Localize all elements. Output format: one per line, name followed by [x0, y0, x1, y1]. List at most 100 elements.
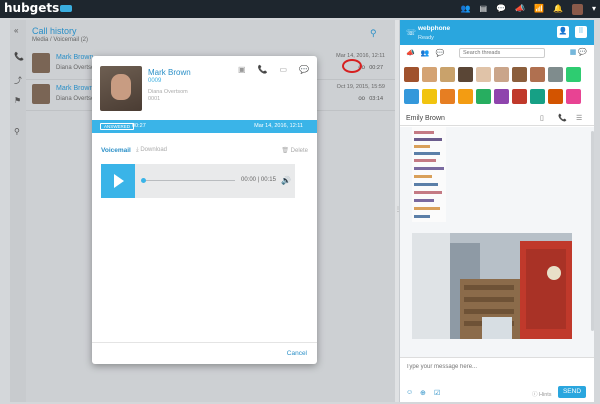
sticker[interactable]	[440, 89, 455, 104]
search-icon[interactable]: ⚲	[14, 127, 20, 136]
logo-text: hubgets	[4, 1, 60, 15]
attach-icon[interactable]: ⊕	[420, 389, 426, 397]
play-button[interactable]	[101, 164, 135, 198]
modal-contact-extension: 0009	[148, 78, 162, 84]
contact-avatar[interactable]	[566, 67, 581, 82]
sticker[interactable]	[530, 89, 545, 104]
phone-icon[interactable]: 📞	[14, 52, 24, 61]
collapse-icon[interactable]: «	[14, 26, 18, 35]
call-date: Mar 14, 2016, 12:11	[254, 123, 303, 129]
left-rail: « 📞 ⤴ ⚑ ⚲	[10, 20, 26, 402]
webphone-header: ☏ webphone Ready 👤 ⠿	[400, 20, 595, 45]
grid-icon[interactable]: ▦ 💬	[570, 48, 587, 56]
megaphone-icon[interactable]: 📣	[406, 49, 415, 57]
sticker[interactable]	[548, 89, 563, 104]
volume-icon[interactable]: 🔊	[281, 176, 291, 185]
photo-attachment[interactable]	[412, 233, 572, 339]
hints-toggle[interactable]: ⓘ Hints	[532, 390, 552, 398]
contact-avatar[interactable]	[458, 67, 473, 82]
modal-actions: ▣ 📞 ▭ 💬	[238, 65, 309, 74]
threads-toolbar: 📣 👥 💬 ▦ 💬	[400, 45, 595, 60]
hubgets-logo[interactable]: hubgets	[4, 1, 73, 15]
search-threads-input[interactable]	[459, 48, 545, 58]
contact-avatar[interactable]	[422, 67, 437, 82]
checkbox-icon[interactable]: ☑	[434, 389, 440, 397]
sticker[interactable]	[512, 89, 527, 104]
webphone-title: webphone	[418, 25, 451, 32]
sticker[interactable]	[458, 89, 473, 104]
contact-card-icon[interactable]: ▣	[238, 65, 246, 74]
cancel-button[interactable]: Cancel	[287, 350, 307, 357]
send-button[interactable]: SEND	[558, 386, 586, 398]
seek-handle[interactable]	[141, 178, 146, 183]
bell-icon[interactable]: 🔔	[553, 5, 563, 13]
contact-face	[111, 74, 131, 100]
call-date: Mar 14, 2016, 12:11	[336, 53, 385, 59]
contact-avatars	[404, 67, 590, 82]
message-composer: ☺ ⊕ ☑ ⓘ Hints SEND	[400, 357, 595, 402]
conversation-header: Emily Brown ▯ 📞 ☰	[400, 111, 595, 126]
call-icon[interactable]: 📞	[258, 65, 268, 74]
message-input[interactable]	[406, 364, 586, 370]
contacts-icon[interactable]: ▤	[480, 5, 488, 13]
message-icon[interactable]: 💬	[299, 65, 309, 74]
transfer-icon[interactable]: ⤴	[14, 75, 22, 86]
contact-avatar[interactable]	[494, 67, 509, 82]
contact-avatar[interactable]	[404, 67, 419, 82]
voicemail-icon[interactable]: oo	[358, 96, 365, 102]
contact-avatar[interactable]	[530, 67, 545, 82]
breadcrumb[interactable]: Media / Voicemail (2)	[32, 37, 88, 43]
emoji-icon[interactable]: ☺	[406, 389, 413, 396]
flag-icon[interactable]: ⚑	[14, 96, 21, 105]
contact-avatar[interactable]	[476, 67, 491, 82]
download-label: Download	[140, 147, 168, 153]
chat-icon[interactable]: 💬	[496, 5, 506, 13]
call-duration: 03:14	[369, 96, 383, 102]
chat-icon[interactable]: 💬	[435, 49, 444, 57]
file-icon[interactable]: ▯	[540, 114, 544, 122]
contact-avatar[interactable]	[548, 67, 563, 82]
modal-org-extension: 0001	[148, 96, 161, 102]
modal-contact-name[interactable]: Mark Brown	[148, 68, 191, 77]
modal-contact-org: Diana Overtsom	[148, 89, 188, 95]
call-duration: 00:27	[369, 65, 383, 71]
contact-name[interactable]: Mark Brown	[56, 85, 93, 92]
signal-icon[interactable]: 📶	[534, 5, 544, 13]
sticker[interactable]	[494, 89, 509, 104]
infographic-attachment[interactable]	[412, 127, 446, 222]
call-icon[interactable]: 📞	[558, 114, 567, 122]
playback-time: 00:00 | 00:15	[241, 177, 276, 183]
audio-player: 00:00 | 00:15 🔊	[101, 164, 295, 198]
video-call-icon[interactable]: ▭	[280, 65, 288, 74]
download-button[interactable]: ⤓ Download	[136, 147, 167, 154]
sticker[interactable]	[422, 89, 437, 104]
user-avatar[interactable]	[571, 3, 583, 15]
voicemail-label: Voicemail	[101, 147, 131, 154]
contact-avatar	[32, 84, 50, 104]
sticker[interactable]	[476, 89, 491, 104]
contact-avatar[interactable]	[512, 67, 527, 82]
megaphone-icon[interactable]: 📣	[515, 5, 525, 13]
chat-messages[interactable]	[400, 127, 595, 357]
seek-bar[interactable]	[141, 178, 235, 183]
webphone-panel: ☏ webphone Ready 👤 ⠿ 📣 👥 💬 ▦ 💬 Emily Bro…	[399, 20, 595, 402]
sticker[interactable]	[404, 89, 419, 104]
conversation-name[interactable]: Emily Brown	[406, 115, 445, 122]
search-icon[interactable]: ⚲	[370, 28, 377, 39]
caret-icon[interactable]: ▾	[592, 5, 596, 13]
menu-icon[interactable]: ☰	[576, 114, 582, 122]
sticker[interactable]	[566, 89, 581, 104]
people-icon[interactable]: 👥	[461, 5, 471, 13]
logo-badge	[60, 5, 73, 12]
info-icon: ⓘ	[532, 392, 540, 398]
contact-avatar[interactable]	[440, 67, 455, 82]
status-badge: ANSWERED	[100, 123, 135, 130]
delete-button[interactable]: 🗑 Delete	[281, 147, 308, 154]
contact-name[interactable]: Mark Brown	[56, 54, 93, 61]
people-icon[interactable]: 👥	[421, 49, 430, 57]
call-duration: 00:27	[132, 123, 146, 129]
contacts-icon[interactable]: 👤	[557, 26, 569, 38]
dialpad-icon[interactable]: ⠿	[575, 26, 587, 38]
voicemail-highlight-circle	[342, 59, 362, 73]
window-edge	[594, 20, 600, 402]
